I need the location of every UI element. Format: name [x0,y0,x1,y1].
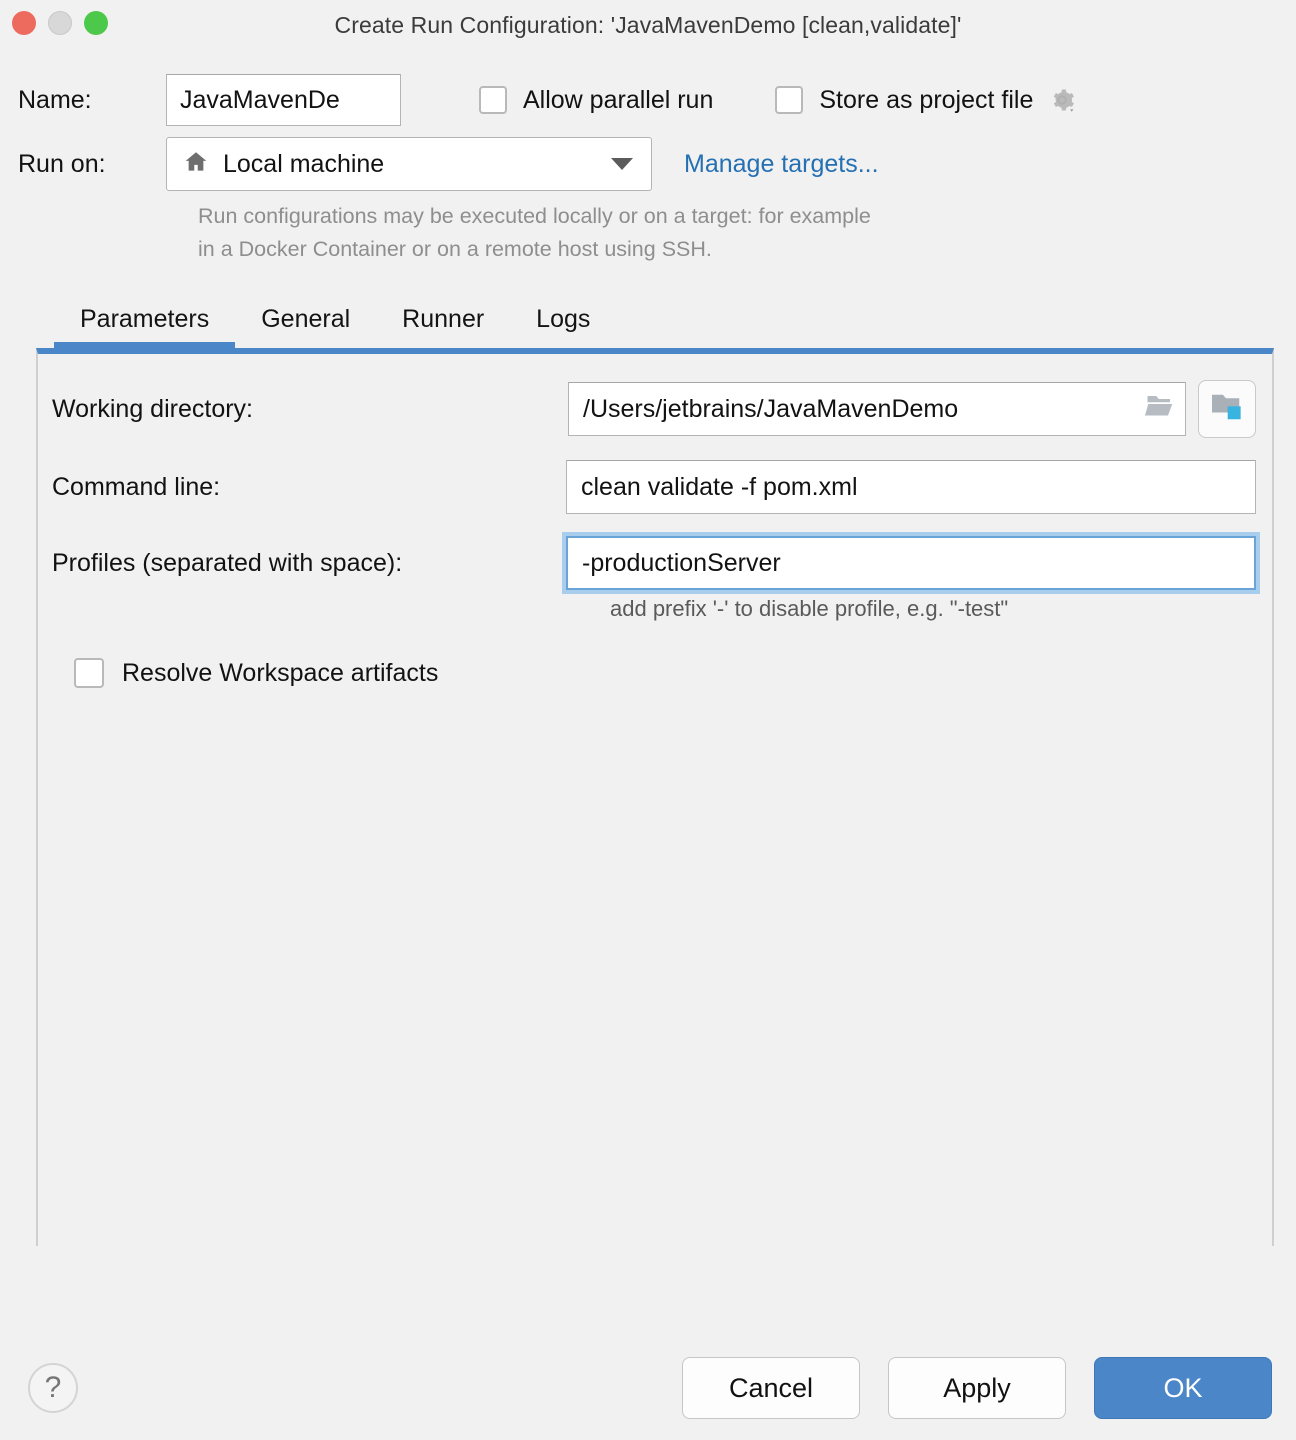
name-row: Name: JavaMavenDe Allow parallel run Sto… [18,72,1278,128]
working-directory-input[interactable]: /Users/jetbrains/JavaMavenDemo [568,382,1186,436]
dialog-footer: ? Cancel Apply OK [0,1336,1296,1440]
chevron-down-icon[interactable] [611,158,633,170]
dialog-buttons: Cancel Apply OK [682,1357,1272,1419]
resolve-workspace-artifacts-label: Resolve Workspace artifacts [122,658,439,687]
profiles-value: -productionServer [582,548,781,577]
store-as-project-file-checkbox-box[interactable] [775,86,804,114]
profiles-input[interactable]: -productionServer [566,536,1256,590]
run-on-description-line-2: in a Docker Container or on a remote hos… [198,237,712,261]
allow-parallel-run-checkbox-box[interactable] [479,86,507,114]
module-folder-button[interactable] [1198,380,1256,438]
gear-icon[interactable] [1047,85,1077,115]
store-as-project-file-checkbox[interactable]: Store as project file [775,86,1033,115]
profiles-row: Profiles (separated with space): -produc… [52,536,1256,590]
working-directory-value: /Users/jetbrains/JavaMavenDemo [583,394,959,423]
folder-open-icon[interactable] [1145,393,1175,426]
top-form: Name: JavaMavenDe Allow parallel run Sto… [0,72,1296,348]
tab-runner[interactable]: Runner [376,305,510,348]
working-directory-row: Working directory: /Users/jetbrains/Java… [52,380,1256,438]
ok-button[interactable]: OK [1094,1357,1272,1419]
tab-general[interactable]: General [235,305,376,348]
minimize-window-button[interactable] [48,11,72,35]
run-on-label: Run on: [18,149,106,178]
cancel-button[interactable]: Cancel [682,1357,860,1419]
command-line-row: Command line: clean validate -f pom.xml [52,460,1256,514]
tab-bar[interactable]: Parameters General Runner Logs [54,292,1278,348]
manage-targets-link[interactable]: Manage targets... [684,150,879,179]
home-icon [183,149,209,180]
module-folder-icon [1210,392,1244,427]
run-on-description: Run configurations may be executed local… [198,200,1278,266]
profiles-label: Profiles (separated with space): [52,548,403,577]
profiles-hint: add prefix '-' to disable profile, e.g. … [610,596,1009,621]
window-controls[interactable] [12,11,108,35]
title-bar: Create Run Configuration: 'JavaMavenDemo… [0,0,1296,50]
parameters-panel: Working directory: /Users/jetbrains/Java… [36,348,1274,1246]
run-on-description-line-1: Run configurations may be executed local… [198,204,871,228]
run-on-selected-value: Local machine [223,149,385,178]
window-title: Create Run Configuration: 'JavaMavenDemo… [334,11,962,38]
close-window-button[interactable] [12,11,36,35]
name-label: Name: [18,85,92,114]
command-line-value: clean validate -f pom.xml [581,472,858,501]
allow-parallel-run-label: Allow parallel run [523,85,714,114]
allow-parallel-run-checkbox[interactable]: Allow parallel run [479,86,713,115]
name-input[interactable]: JavaMavenDe [166,74,401,126]
run-on-row: Run on: Local machine Manage targets... [18,136,1278,192]
zoom-window-button[interactable] [84,11,108,35]
apply-button[interactable]: Apply [888,1357,1066,1419]
command-line-label: Command line: [52,472,221,501]
help-button[interactable]: ? [28,1363,78,1413]
command-line-input[interactable]: clean validate -f pom.xml [566,460,1256,514]
store-as-project-file-label: Store as project file [819,85,1034,114]
resolve-workspace-artifacts-checkbox-box[interactable] [74,658,104,688]
tab-logs[interactable]: Logs [510,305,616,348]
run-on-dropdown[interactable]: Local machine [166,137,652,191]
resolve-workspace-artifacts-checkbox[interactable]: Resolve Workspace artifacts [74,658,1256,688]
tab-parameters[interactable]: Parameters [54,305,236,348]
working-directory-label: Working directory: [52,394,253,423]
